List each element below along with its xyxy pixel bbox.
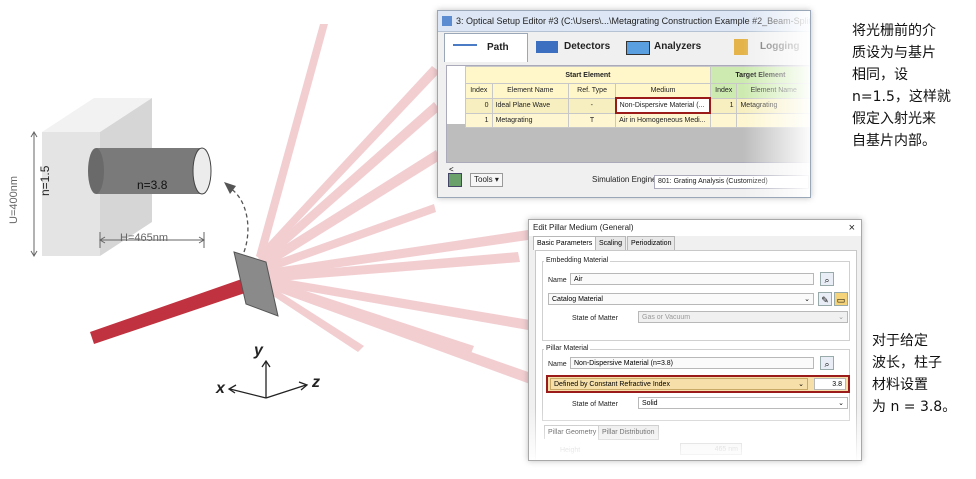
cell-index: 1 [465,112,493,128]
cell-target-name: Metagrating [736,97,810,114]
cell-ref-type: - [567,97,617,114]
tab-pillar-geometry[interactable]: Pillar Geometry [544,425,601,439]
analyzers-icon [626,41,650,55]
chevron-down-icon: ▾ [494,175,499,184]
coordinate-axes [227,359,309,399]
col-target-element-name[interactable]: Element Name [736,83,810,99]
col-ref-type[interactable]: Ref. Type [567,83,617,99]
height-label: U=400nm [8,175,20,224]
embedding-name-field[interactable]: Air [570,273,814,285]
setup-icon[interactable] [448,173,462,187]
edit-pillar-medium-dialog: Edit Pillar Medium (General) × Basic Par… [528,219,862,461]
tab-basic-parameters[interactable]: Basic Parameters [533,236,597,250]
refractive-index-field[interactable]: 3.8 [814,378,846,390]
embedding-note: 将光栅前的介 质设为与基片 相同，设 n=1.5，这样就 假定入射光来 自基片内… [852,23,951,149]
tab-logging[interactable]: Logging [728,33,810,61]
engine-select[interactable]: 801: Grating Analysis (Customized) [654,175,809,189]
axis-y-label: y [254,342,263,359]
cell-ref-type: T [567,112,617,128]
chevron-down-icon: ⌄ [804,296,810,303]
cell-element-name: Metagrating [491,112,569,128]
col-element-name[interactable]: Element Name [491,83,569,99]
col-index[interactable]: Index [465,83,493,99]
logging-icon [734,39,748,55]
tab-periodization[interactable]: Periodization [627,236,676,251]
tab-pillar-distribution[interactable]: Pillar Distribution [598,425,659,440]
app-icon [442,16,452,26]
table-row[interactable]: 0 Ideal Plane Wave - Non-Dispersive Mate… [465,97,810,114]
pillar-height-label: Height [560,447,581,454]
chevron-down-icon: ⌄ [838,314,844,321]
col-medium[interactable]: Medium [615,83,711,99]
target-element-header: Target Element [709,66,810,84]
edit-icon[interactable]: ✎ [818,292,832,306]
pillar-definition-select[interactable]: Defined by Constant Refractive Index ⌄ [550,378,808,390]
path-table: Start Element Target Element Index Eleme… [446,65,810,174]
dialog-title-bar[interactable]: Edit Pillar Medium (General) × [529,220,861,236]
cell-target-index [709,112,738,128]
beam-order [262,280,534,384]
pillar-group-title: Pillar Material [544,345,591,352]
cell-medium[interactable]: Non-Dispersive Material (... [614,97,712,114]
catalog-select[interactable]: Catalog Material ⌄ [548,293,814,305]
path-icon [453,44,477,54]
cell-target-index: 1 [709,97,738,114]
cell-medium[interactable]: Air in Homogeneous Medi... [615,112,711,128]
pillar-height-field[interactable]: 465 nm [680,443,742,455]
pillar-note: 对于给定 波长，柱子 材料设置 为 n = 3.8。 [872,333,957,415]
folder-icon[interactable]: ▭ [834,292,848,306]
embedding-state-label: State of Matter [572,315,618,322]
incident-beam [90,274,260,344]
setup-status-bar: Tools ▾ Simulation Engine 801: Grating A… [446,169,810,191]
close-icon[interactable]: × [849,220,855,236]
chevron-down-icon: ⌄ [798,381,804,388]
pillar-state-select[interactable]: Solid ⌄ [638,397,848,409]
window-title-bar[interactable]: 3: Optical Setup Editor #3 (C:\Users\...… [438,11,810,32]
optical-setup-window: 3: Optical Setup Editor #3 (C:\Users\...… [437,10,811,198]
tab-analyzers[interactable]: Analyzers [624,33,718,61]
basic-parameters-panel: Embedding Material Name Air ⌕ Catalog Ma… [535,250,857,460]
window-title: 3: Optical Setup Editor #3 (C:\Users\...… [456,16,811,26]
cell-index: 0 [465,97,493,114]
cell-target-name [736,112,810,128]
detectors-icon [536,41,558,53]
start-element-header: Start Element [465,66,711,84]
table-row[interactable]: 1 Metagrating T Air in Homogeneous Medi.… [465,112,810,128]
height-dimension [30,131,38,257]
axis-z-label: z [312,374,320,391]
search-icon[interactable]: ⌕ [820,272,834,286]
tab-scaling[interactable]: Scaling [595,236,626,251]
pillar-name-field[interactable]: Non-Dispersive Material (n=3.8) [570,357,814,369]
element-table: Start Element Target Element Index Eleme… [465,66,810,128]
cell-element-name: Ideal Plane Wave [491,97,569,114]
pillar-state-label: State of Matter [572,401,618,408]
tab-detectors[interactable]: Detectors [534,33,620,61]
embedding-name-label: Name [548,277,567,284]
pillar-pointer-arrow [229,187,249,253]
tools-button[interactable]: Tools ▾ [470,173,503,187]
engine-label: Simulation Engine [592,175,657,184]
tab-path[interactable]: Path [444,33,528,62]
dialog-title: Edit Pillar Medium (General) [533,223,634,232]
embedding-state-select[interactable]: Gas or Vacuum ⌄ [638,311,848,323]
col-target-index[interactable]: Index [709,83,738,99]
chevron-down-icon: ⌄ [838,400,844,407]
cylinder-index-label: n=3.8 [137,178,168,192]
search-icon[interactable]: ⌕ [820,356,834,370]
width-label: H=465nm [120,232,169,244]
table-empty-area [447,124,810,162]
pillar-name-label: Name [548,361,567,368]
axis-x-label: x [216,380,225,397]
substrate-index-label: n=1.5 [38,165,52,196]
embedding-group-title: Embedding Material [544,257,611,264]
